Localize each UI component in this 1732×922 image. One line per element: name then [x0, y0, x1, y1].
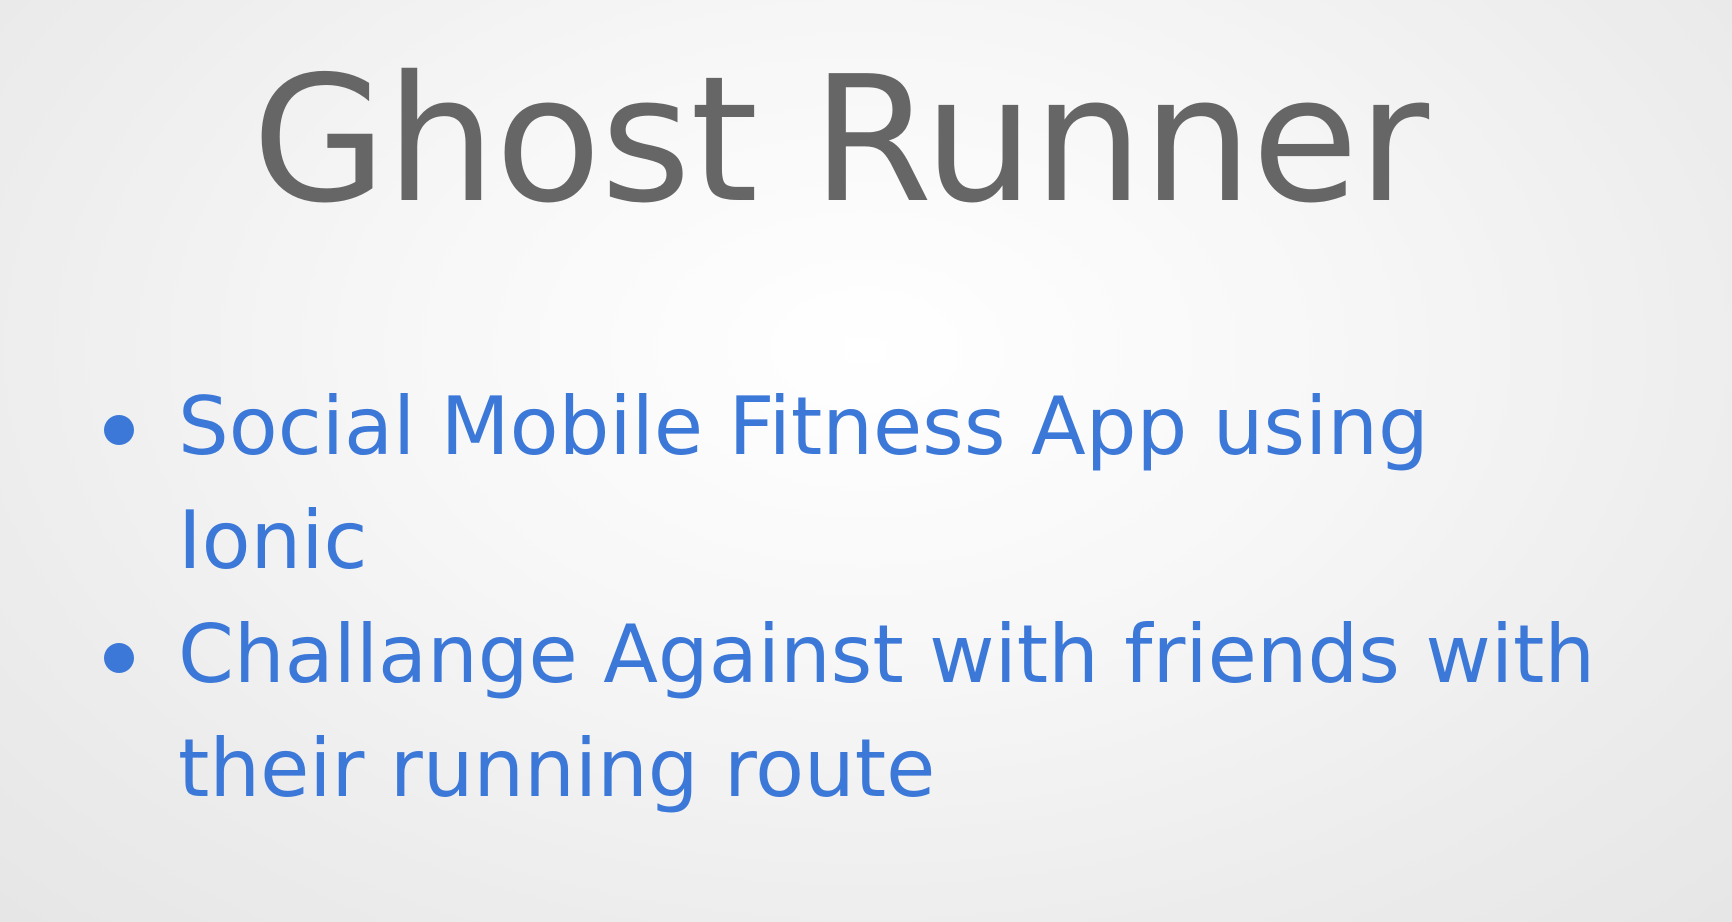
bullet-item: Challange Against with friends with thei… [0, 598, 1618, 826]
slide-title: Ghost Runner [251, 39, 1429, 242]
bullet-text-line: their running route [178, 722, 936, 815]
bullet-text-line: Ionic [178, 494, 368, 587]
bullet-list: Social Mobile Fitness App using Ionic Ch… [0, 370, 1732, 826]
bullet-text-line: Social Mobile Fitness App using [178, 380, 1429, 473]
slide: Ghost Runner Social Mobile Fitness App u… [0, 0, 1732, 922]
bullet-item: Social Mobile Fitness App using Ionic [0, 370, 1618, 598]
bullet-dot-icon [104, 643, 134, 673]
bullet-dot-icon [104, 415, 134, 445]
bullet-text-line: Challange Against with friends with [178, 608, 1596, 701]
